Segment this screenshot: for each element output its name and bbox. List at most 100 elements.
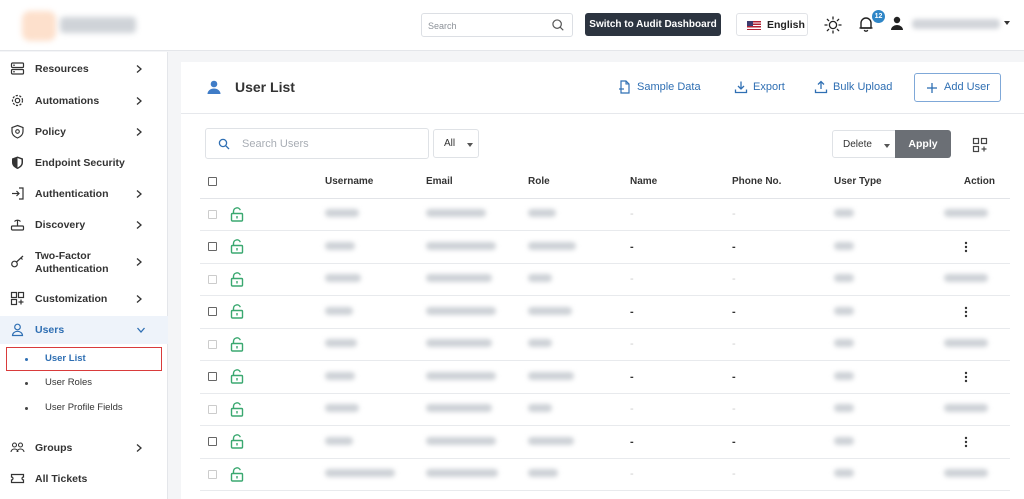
select-all-checkbox[interactable] xyxy=(208,177,217,187)
kebab-menu-icon[interactable] xyxy=(964,371,968,383)
company-logo[interactable] xyxy=(22,9,137,43)
action-redacted[interactable] xyxy=(944,339,988,348)
table-row[interactable]: -- xyxy=(200,263,1010,296)
sidebar-item-customization[interactable]: Customization xyxy=(0,285,168,313)
global-search-input[interactable] xyxy=(428,18,546,33)
customize-icon xyxy=(10,291,25,306)
export-button[interactable]: Export xyxy=(734,80,790,98)
phone-cell: - xyxy=(732,328,834,361)
column-header-role[interactable]: Role xyxy=(528,166,630,199)
unlocked-icon[interactable] xyxy=(230,336,244,352)
theme-toggle-sun-icon[interactable] xyxy=(824,16,842,34)
user-name-redacted[interactable] xyxy=(912,19,1000,29)
bulk-upload-button[interactable]: Bulk Upload xyxy=(814,80,896,98)
column-header-user-type[interactable]: User Type xyxy=(834,166,910,199)
table-row[interactable]: -- xyxy=(200,328,1010,361)
add-user-label: Add User xyxy=(944,81,990,93)
lock-cell xyxy=(227,360,325,394)
table-row[interactable]: -- xyxy=(200,198,1010,231)
user-type-cell xyxy=(834,360,910,394)
policy-shield-icon xyxy=(11,124,24,139)
column-header-email[interactable]: Email xyxy=(426,166,528,199)
user-avatar-icon[interactable] xyxy=(889,15,905,31)
unlocked-icon[interactable] xyxy=(230,466,244,482)
row-checkbox[interactable] xyxy=(208,274,217,284)
sidebar-item-authentication[interactable]: Authentication xyxy=(0,180,168,208)
unlocked-icon[interactable] xyxy=(230,434,244,449)
row-select-cell xyxy=(200,295,227,329)
sidebar-item-discovery[interactable]: Discovery xyxy=(0,211,168,239)
username-cell xyxy=(325,360,426,394)
action-redacted[interactable] xyxy=(944,469,988,478)
unlocked-icon[interactable] xyxy=(230,271,244,287)
sidebar-item-label: All Tickets xyxy=(35,473,88,485)
user-menu-caret-icon[interactable] xyxy=(1004,21,1010,25)
search-icon[interactable] xyxy=(551,18,565,32)
sidebar: Resources Automations Policy Endpoint Se… xyxy=(0,52,168,499)
user-search-input[interactable] xyxy=(242,136,422,152)
sidebar-subitem-user-roles[interactable]: User Roles xyxy=(0,372,168,394)
unlocked-icon[interactable] xyxy=(230,369,244,384)
user-filter-select[interactable]: All xyxy=(433,129,479,158)
kebab-menu-icon[interactable] xyxy=(964,436,968,448)
sidebar-subitem-user-profile-fields[interactable]: User Profile Fields xyxy=(0,397,168,419)
add-user-button[interactable]: Add User xyxy=(914,73,1001,102)
row-checkbox[interactable] xyxy=(208,242,217,252)
apply-button[interactable]: Apply xyxy=(895,130,951,158)
sidebar-item-policy[interactable]: Policy xyxy=(0,118,168,146)
sample-data-button[interactable]: Sample Data xyxy=(618,80,708,98)
sidebar-subitem-user-list[interactable]: User List xyxy=(6,347,162,371)
table-row[interactable]: -- xyxy=(200,360,1010,394)
user-type-redacted xyxy=(834,371,854,380)
kebab-menu-icon[interactable] xyxy=(964,241,968,253)
table-row[interactable]: -- xyxy=(200,295,1010,329)
sidebar-item-resources[interactable]: Resources xyxy=(0,55,168,83)
table-row[interactable]: -- xyxy=(200,393,1010,426)
unlocked-icon[interactable] xyxy=(230,304,244,319)
sidebar-item-automations[interactable]: Automations xyxy=(0,87,168,115)
username-redacted xyxy=(325,241,355,250)
sidebar-item-all-tickets[interactable]: All Tickets xyxy=(0,465,168,493)
table-row[interactable]: -- xyxy=(200,425,1010,459)
row-checkbox[interactable] xyxy=(208,339,217,349)
action-redacted[interactable] xyxy=(944,274,988,283)
sidebar-item-endpoint-security[interactable]: Endpoint Security xyxy=(0,149,168,177)
switch-audit-dashboard-button[interactable]: Switch to Audit Dashboard xyxy=(585,13,721,36)
lock-cell xyxy=(227,328,325,361)
action-redacted[interactable] xyxy=(944,209,988,218)
row-select-cell xyxy=(200,198,227,231)
column-header-username[interactable]: Username xyxy=(325,166,426,199)
chevron-right-icon xyxy=(136,128,142,136)
unlocked-icon[interactable] xyxy=(230,239,244,254)
action-cell xyxy=(910,230,1010,264)
sidebar-item-label: Users xyxy=(35,324,65,336)
role-redacted xyxy=(528,209,556,218)
sidebar-item-users[interactable]: Users xyxy=(0,316,168,344)
bulk-action-select[interactable]: Delete xyxy=(832,130,896,158)
sidebar-item-two-factor-authentication[interactable]: Two-Factor Authentication xyxy=(0,248,168,276)
row-checkbox[interactable] xyxy=(208,209,217,219)
column-header-name[interactable]: Name xyxy=(630,166,732,199)
row-checkbox[interactable] xyxy=(208,372,217,382)
chevron-right-icon xyxy=(136,65,142,73)
row-checkbox[interactable] xyxy=(208,437,217,447)
filter-value: All xyxy=(444,138,456,149)
resources-icon xyxy=(10,62,25,75)
login-icon xyxy=(12,187,24,200)
action-redacted[interactable] xyxy=(944,404,988,413)
unlocked-icon[interactable] xyxy=(230,206,244,222)
row-checkbox[interactable] xyxy=(208,404,217,414)
column-header-phone[interactable]: Phone No. xyxy=(732,166,834,199)
table-row[interactable]: -- xyxy=(200,458,1010,491)
row-checkbox[interactable] xyxy=(208,469,217,479)
lock-cell xyxy=(227,198,325,231)
role-cell xyxy=(528,198,630,231)
column-settings-grid-icon[interactable] xyxy=(972,137,988,153)
sidebar-item-groups[interactable]: Groups xyxy=(0,434,168,462)
kebab-menu-icon[interactable] xyxy=(964,306,968,318)
row-checkbox[interactable] xyxy=(208,307,217,317)
unlocked-icon[interactable] xyxy=(230,401,244,417)
table-row[interactable]: -- xyxy=(200,230,1010,264)
language-selector[interactable]: English xyxy=(736,13,808,36)
sidebar-item-label: Two-Factor Authentication xyxy=(35,250,109,275)
